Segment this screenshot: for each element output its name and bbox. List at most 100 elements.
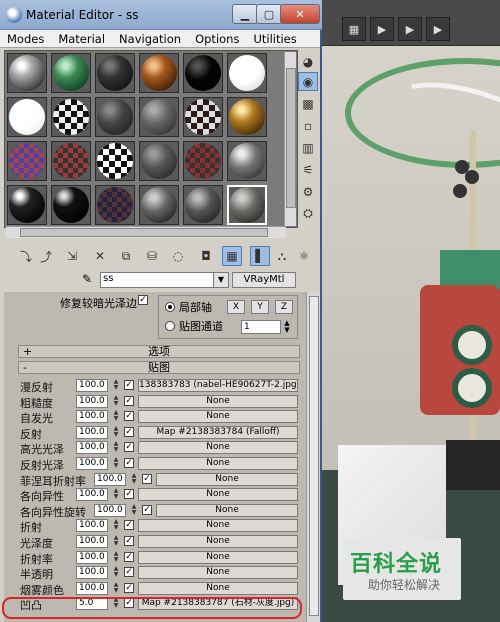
material-type-button[interactable]: VRayMtl [232,272,296,288]
render-active-icon[interactable]: ▶ [426,17,450,41]
pick-material-icon[interactable]: ⚛ [294,246,314,266]
map-amount-input[interactable]: 100.0 [94,472,126,486]
map-amount-input[interactable]: 100.0 [94,503,126,517]
maximize-button[interactable]: ▢ [256,4,282,24]
menu-navigation[interactable]: Navigation [112,30,188,47]
map-amount-spinner[interactable]: ▲ ▼ [112,410,120,423]
sample-slot[interactable] [139,53,179,93]
sample-slot[interactable] [51,185,91,225]
sample-slot[interactable] [183,97,223,137]
map-slot-button[interactable]: None [138,457,298,470]
sample-slot[interactable] [227,97,267,137]
scroll-thumb[interactable] [286,68,296,208]
map-slot-button[interactable]: None [156,472,298,486]
show-end-result-icon[interactable]: ▦ [222,246,242,266]
go-to-parent-icon[interactable]: ▌ [250,246,270,266]
put-to-library-icon[interactable]: ⛁ [142,246,162,266]
map-amount-input[interactable]: 100.0 [76,566,108,580]
parameters-scrollbar[interactable] [306,292,320,622]
map-enable-checkbox[interactable]: ✓ [124,520,134,531]
sample-slot[interactable] [183,53,223,93]
map-amount-input[interactable]: 100.0 [76,410,108,424]
sample-slot[interactable] [227,53,267,93]
delete-icon[interactable]: ✕ [90,246,110,266]
close-button[interactable]: ✕ [280,4,320,24]
map-slot-button[interactable]: None [156,503,298,517]
go-forward-icon[interactable]: ⛬ [272,246,292,266]
map-slot-button[interactable]: 138383783 (nabel-HE90627T-2.jpg) [138,379,298,392]
render-icon[interactable]: ▶ [398,17,422,41]
sample-slot[interactable] [51,141,91,181]
map-slot-button[interactable]: None [138,535,298,548]
assign-material-icon[interactable]: ⇲ [62,246,82,266]
map-amount-input[interactable]: 100.0 [76,550,108,564]
scroll-thumb[interactable] [309,296,319,616]
map-amount-spinner[interactable]: ▲ ▼ [112,425,120,439]
map-channel-spinner[interactable]: ▲ ▼ [282,320,292,334]
map-enable-checkbox[interactable]: ✓ [124,536,134,546]
map-enable-checkbox[interactable]: ✓ [124,426,134,437]
sample-slot[interactable] [139,141,179,181]
get-material-icon[interactable]: ⤵ [16,246,36,266]
map-slot-button[interactable]: None [138,410,298,424]
map-amount-input[interactable]: 100.0 [76,519,108,533]
axis-z-button[interactable]: Z [275,300,293,314]
map-amount-input[interactable]: 100.0 [76,457,108,470]
put-to-scene-icon[interactable]: ⤴ [36,246,56,266]
map-enable-checkbox[interactable]: ✓ [124,395,134,406]
minimize-button[interactable]: ▁ [232,4,258,24]
render-frame-icon[interactable]: ▶ [370,17,394,41]
map-slot-button[interactable]: None [138,394,298,408]
map-channel-input[interactable]: 1 [241,320,281,334]
map-channel-radio[interactable] [165,321,175,331]
map-amount-input[interactable]: 100.0 [76,488,108,502]
map-amount-spinner[interactable]: ▲ ▼ [112,550,120,564]
sample-scrollbar-horizontal[interactable] [6,226,286,238]
map-slot-button[interactable]: None [138,550,298,564]
sample-slot[interactable] [95,97,135,137]
background-icon[interactable]: ▩ [298,94,318,113]
map-amount-spinner[interactable]: ▲ ▼ [130,472,138,486]
sample-scrollbar-vertical[interactable] [284,52,296,226]
map-slot-button[interactable]: Map #2138383784 (Falloff) [138,425,298,439]
select-by-material-icon[interactable]: ⛭ [298,204,318,223]
sample-slot[interactable] [183,185,223,225]
map-enable-checkbox[interactable]: ✓ [124,442,134,453]
sample-slot[interactable] [95,53,135,93]
sample-slot[interactable] [227,141,267,181]
map-enable-checkbox[interactable]: ✓ [124,380,134,390]
map-slot-button[interactable]: None [138,488,298,502]
map-slot-button[interactable]: None [138,519,298,533]
map-enable-checkbox[interactable]: ✓ [124,458,134,468]
map-enable-checkbox[interactable]: ✓ [124,411,134,422]
backlight-icon[interactable]: ◉ [298,72,318,91]
sample-slot[interactable] [51,97,91,137]
map-amount-spinner[interactable]: ▲ ▼ [112,581,120,595]
material-id-icon[interactable]: ◌ [168,246,188,266]
sample-slot[interactable] [7,53,47,93]
map-enable-checkbox[interactable]: ✓ [124,551,134,562]
map-enable-checkbox[interactable]: ✓ [142,504,152,515]
map-amount-input[interactable]: 100.0 [76,535,108,548]
sample-slot[interactable] [139,185,179,225]
map-amount-spinner[interactable]: ▲ ▼ [112,379,120,392]
sample-slot[interactable] [139,97,179,137]
scroll-thumb[interactable] [20,228,268,237]
sample-slot[interactable] [95,141,135,181]
map-enable-checkbox[interactable]: ✓ [142,473,152,484]
make-unique-icon[interactable]: ⧉ [116,246,136,266]
map-amount-spinner[interactable]: ▲ ▼ [112,535,120,548]
video-color-check-icon[interactable]: ▥ [298,138,318,157]
sample-slot[interactable] [7,185,47,225]
sample-slot[interactable] [7,141,47,181]
map-amount-input[interactable]: 100.0 [76,581,108,595]
map-slot-button[interactable]: None [138,566,298,580]
options-icon[interactable]: ⚙ [298,182,318,201]
material-name-input[interactable]: ss [100,272,218,288]
menu-material[interactable]: Material [51,30,112,47]
material-name-dropdown[interactable]: ▼ [213,272,229,288]
menu-utilities[interactable]: Utilities [246,30,303,47]
map-amount-spinner[interactable]: ▲ ▼ [112,394,120,408]
map-slot-button[interactable]: None [138,441,298,455]
map-amount-spinner[interactable]: ▲ ▼ [112,441,120,454]
